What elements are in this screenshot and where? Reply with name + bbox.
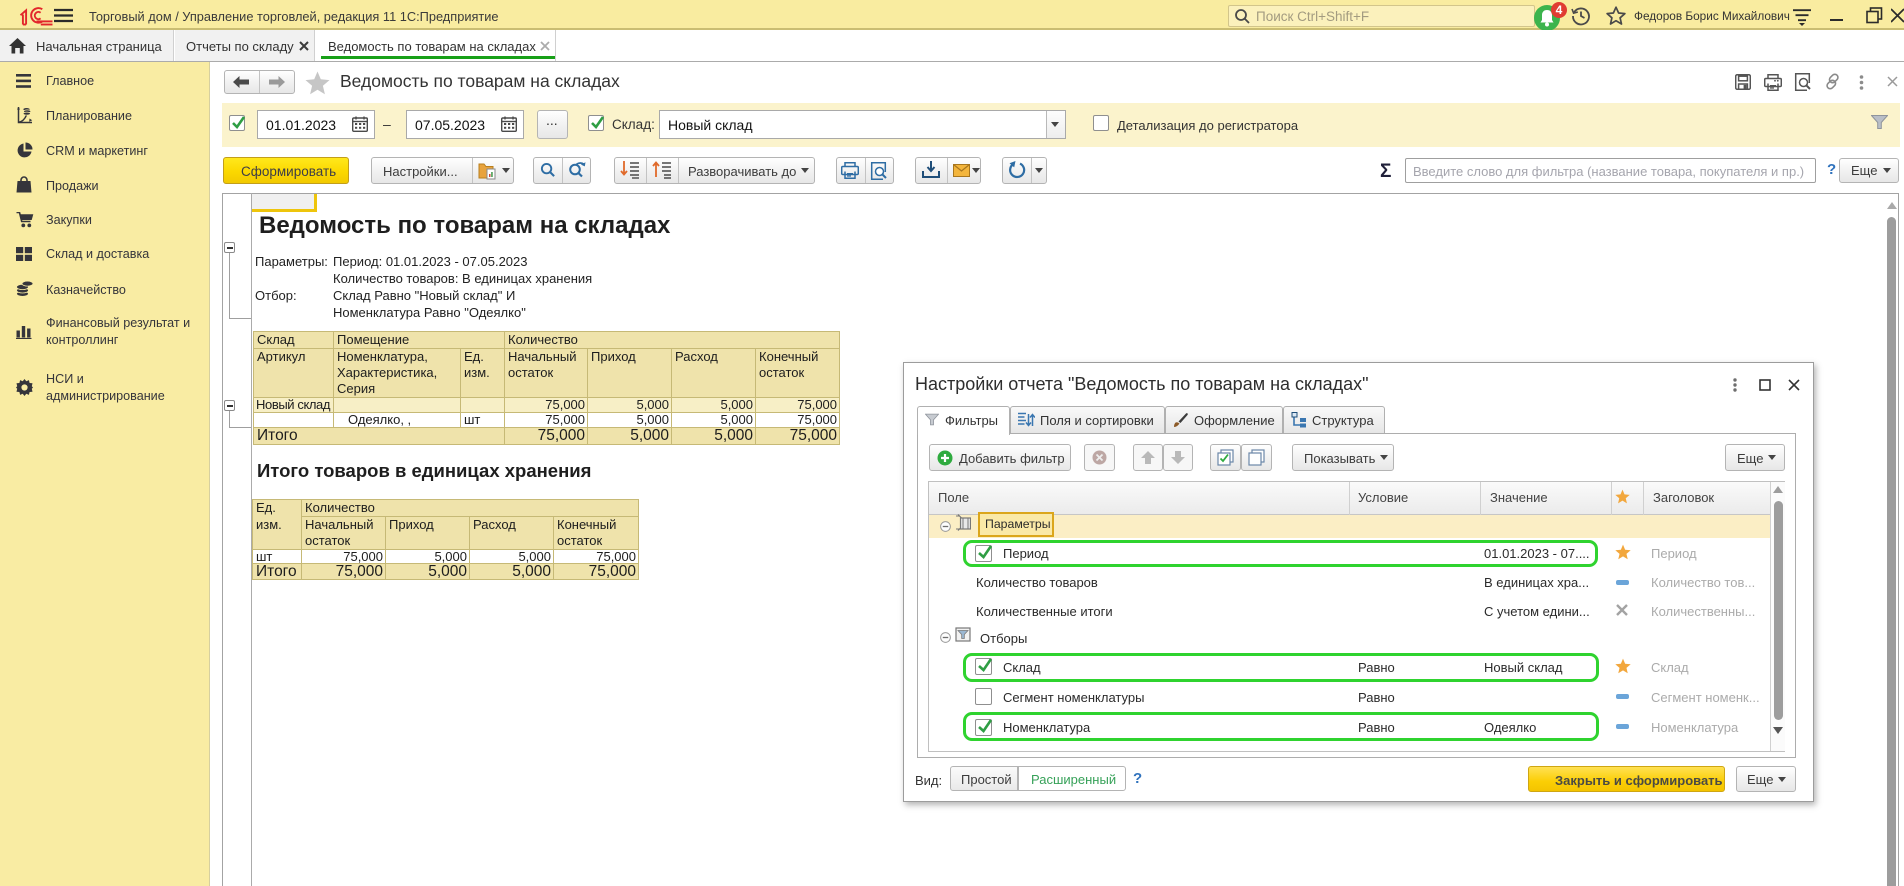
svg-text:4: 4 — [1556, 3, 1563, 17]
